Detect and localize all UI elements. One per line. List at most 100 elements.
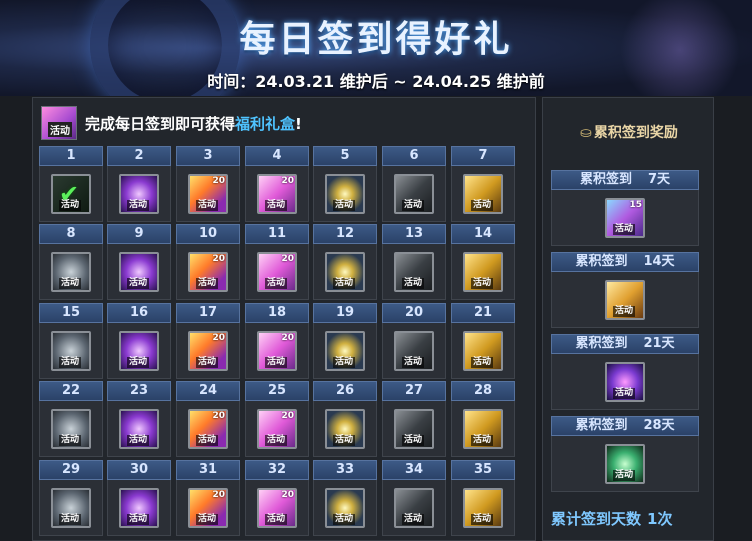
day-cell[interactable]: 34 活动 [382, 460, 446, 536]
day-cell[interactable]: 10 20 活动 [176, 224, 240, 300]
reward-item-icon[interactable]: 活动 [463, 487, 503, 528]
reward-item-icon[interactable]: 活动 [119, 251, 159, 292]
day-cell[interactable]: 31 20 活动 [176, 460, 240, 536]
reward-item-icon[interactable]: 15 活动 [605, 197, 645, 238]
day-cell[interactable]: 35 活动 [451, 460, 515, 536]
reward-item-icon[interactable]: 活动 [119, 173, 159, 214]
day-cell[interactable]: 7 活动 [451, 146, 515, 222]
reward-item-icon[interactable]: 活动 [394, 330, 434, 371]
day-number: 14 [451, 224, 515, 244]
day-number: 7 [451, 146, 515, 166]
day-cell[interactable]: 29 活动 [39, 460, 103, 536]
day-cell[interactable]: 30 活动 [107, 460, 171, 536]
day-number: 12 [313, 224, 377, 244]
reward-item-icon[interactable]: 活动 [463, 251, 503, 292]
day-cell[interactable]: 4 20 活动 [245, 146, 309, 222]
day-cell[interactable]: 27 活动 [382, 381, 446, 457]
day-cell[interactable]: 26 活动 [313, 381, 377, 457]
day-cell[interactable]: 32 20 活动 [245, 460, 309, 536]
cumulative-reward[interactable]: 累积签到 14天活动 [551, 252, 699, 328]
day-cell[interactable]: 2 活动 [107, 146, 171, 222]
day-slot: 活动 [39, 480, 103, 536]
reward-item-icon[interactable]: 20 活动 [188, 251, 228, 292]
day-cell[interactable]: 28 活动 [451, 381, 515, 457]
day-cell[interactable]: 33 活动 [313, 460, 377, 536]
reward-item-icon[interactable]: 活动 [394, 487, 434, 528]
reward-item-icon[interactable]: 活动 [51, 251, 91, 292]
reward-label: 累积签到 [575, 336, 628, 351]
day-cell[interactable]: 18 20 活动 [245, 303, 309, 379]
day-cell[interactable]: 1 ✔ 活动 [39, 146, 103, 222]
reward-item-icon[interactable]: 活动 [605, 361, 645, 402]
day-cell[interactable]: 25 20 活动 [245, 381, 309, 457]
day-slot: 活动 [107, 480, 171, 536]
day-number: 9 [107, 224, 171, 244]
day-cell[interactable]: 24 20 活动 [176, 381, 240, 457]
day-cell[interactable]: 13 活动 [382, 224, 446, 300]
day-slot: 20 活动 [176, 480, 240, 536]
item-badge: 活动 [265, 513, 288, 525]
reward-item-icon[interactable]: 活动 [463, 173, 503, 214]
reward-item-icon[interactable]: 20 活动 [188, 173, 228, 214]
reward-item-icon[interactable]: 活动 [51, 330, 91, 371]
reward-item-icon[interactable]: 20 活动 [188, 408, 228, 449]
day-cell[interactable]: 14 活动 [451, 224, 515, 300]
reward-item-icon[interactable]: 20 活动 [257, 173, 297, 214]
reward-item-icon[interactable]: 20 活动 [257, 408, 297, 449]
reward-item-icon[interactable]: 活动 [394, 173, 434, 214]
cumulative-reward[interactable]: 累积签到 21天 活动 [551, 334, 699, 410]
reward-item-icon[interactable]: 活动 [394, 408, 434, 449]
day-cell[interactable]: 12 活动 [313, 224, 377, 300]
day-number: 2 [107, 146, 171, 166]
reward-item-icon[interactable]: 活动 [605, 443, 645, 484]
reward-item-icon[interactable]: 20 活动 [188, 330, 228, 371]
day-slot: 活动 [39, 244, 103, 300]
reward-item-icon[interactable]: ✔ 活动 [51, 173, 91, 214]
day-cell[interactable]: 6 活动 [382, 146, 446, 222]
reward-item-icon[interactable]: 活动 [463, 408, 503, 449]
cumulative-reward[interactable]: 累积签到 7天 15 活动 [551, 170, 699, 246]
reward-item-icon[interactable]: 20 活动 [257, 330, 297, 371]
reward-item-icon[interactable]: 20 活动 [257, 251, 297, 292]
day-cell[interactable]: 5 活动 [313, 146, 377, 222]
day-cell[interactable]: 8 活动 [39, 224, 103, 300]
day-cell[interactable]: 15 活动 [39, 303, 103, 379]
reward-item-icon[interactable]: 20 活动 [257, 487, 297, 528]
item-badge: 活动 [59, 513, 82, 525]
day-number: 20 [382, 303, 446, 323]
reward-item-icon[interactable]: 活动 [463, 330, 503, 371]
day-cell[interactable]: 11 20 活动 [245, 224, 309, 300]
reward-item-icon[interactable]: 活动 [325, 408, 365, 449]
day-number: 27 [382, 381, 446, 401]
item-badge: 活动 [333, 277, 356, 289]
reward-item-icon[interactable]: 活动 [325, 487, 365, 528]
reward-item-icon[interactable]: 活动 [119, 487, 159, 528]
reward-item-icon[interactable]: 活动 [394, 251, 434, 292]
day-cell[interactable]: 21 活动 [451, 303, 515, 379]
reward-item-icon[interactable]: 活动 [51, 408, 91, 449]
day-number: 8 [39, 224, 103, 244]
day-cell[interactable]: 22 活动 [39, 381, 103, 457]
reward-item-icon[interactable]: 活动 [325, 330, 365, 371]
day-cell[interactable]: 9 活动 [107, 224, 171, 300]
reward-item-icon[interactable]: 活动 [325, 173, 365, 214]
reward-header: 累积签到 14天 [551, 252, 699, 272]
day-cell[interactable]: 3 20 活动 [176, 146, 240, 222]
item-quantity: 20 [281, 489, 294, 500]
reward-item-icon[interactable]: 活动 [605, 279, 645, 320]
day-cell[interactable]: 19 活动 [313, 303, 377, 379]
day-cell[interactable]: 20 活动 [382, 303, 446, 379]
day-cell[interactable]: 23 活动 [107, 381, 171, 457]
reward-item-icon[interactable]: 活动 [51, 487, 91, 528]
item-badge: 活动 [471, 356, 494, 368]
cumulative-reward[interactable]: 累积签到 28天 活动 [551, 416, 699, 492]
day-cell[interactable]: 17 20 活动 [176, 303, 240, 379]
reward-item-icon[interactable]: 20 活动 [188, 487, 228, 528]
reward-item-icon[interactable]: 活动 [119, 330, 159, 371]
reward-item-icon[interactable]: 活动 [119, 408, 159, 449]
reward-item-icon[interactable]: 活动 [325, 251, 365, 292]
day-cell[interactable]: 16 活动 [107, 303, 171, 379]
day-number: 26 [313, 381, 377, 401]
day-number: 5 [313, 146, 377, 166]
total-checkins: 累计签到天数 1次 [551, 508, 711, 529]
